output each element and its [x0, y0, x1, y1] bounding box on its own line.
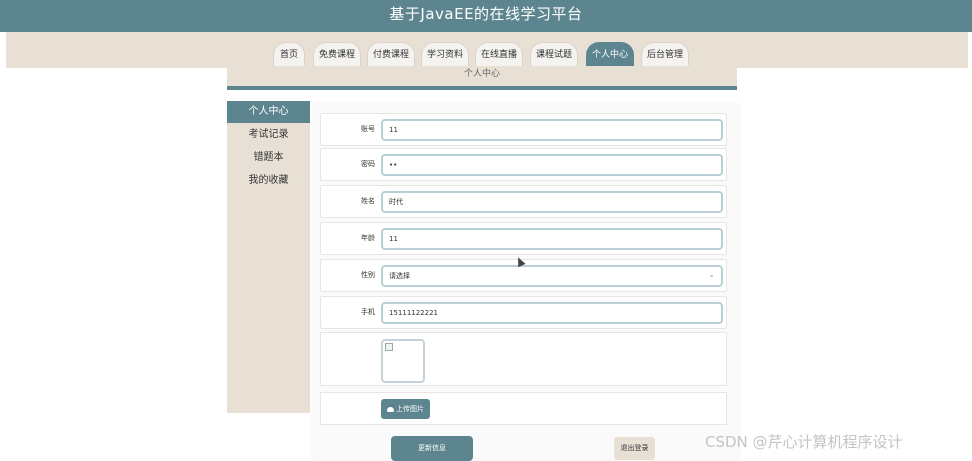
chevron-down-icon: ⌄	[708, 270, 715, 279]
section-title: 个人中心	[227, 66, 737, 86]
account-row: 账号 11	[320, 113, 727, 146]
sidebar-item-favorites[interactable]: 我的收藏	[227, 170, 310, 192]
age-label: 年龄	[361, 234, 375, 242]
nav-materials[interactable]: 学习资料	[421, 42, 469, 68]
nav-live[interactable]: 在线直播	[475, 42, 523, 68]
gender-select[interactable]: 请选择 ⌄	[381, 265, 723, 287]
avatar-image[interactable]	[381, 339, 425, 383]
upload-image-button[interactable]: 上传图片	[381, 399, 430, 419]
nav-free-courses[interactable]: 免费课程	[313, 42, 361, 68]
section-divider	[227, 86, 737, 90]
update-info-button[interactable]: 更新信息	[391, 436, 473, 461]
account-label: 账号	[361, 125, 375, 133]
nav-personal-center[interactable]: 个人中心	[586, 42, 634, 68]
phone-row: 手机 15111122221	[320, 296, 727, 329]
name-row: 姓名 时代	[320, 185, 727, 218]
password-row: 密码 ••	[320, 148, 727, 181]
broken-image-icon	[385, 343, 393, 351]
name-field[interactable]: 时代	[381, 191, 723, 213]
phone-label: 手机	[361, 308, 375, 316]
avatar-row	[320, 332, 727, 386]
nav-home[interactable]: 首页	[273, 42, 305, 68]
sidebar-item-exam-records[interactable]: 考试记录	[227, 124, 310, 146]
upload-row: 上传图片	[320, 392, 727, 425]
account-field[interactable]: 11	[381, 119, 723, 141]
site-title: 基于JavaEE的在线学习平台	[389, 5, 583, 23]
sidebar: 个人中心 考试记录 错题本 我的收藏	[227, 101, 310, 413]
top-bar: 基于JavaEE的在线学习平台	[0, 0, 972, 32]
watermark: CSDN @芹心计算机程序设计	[705, 433, 903, 451]
gender-label: 性别	[361, 271, 375, 279]
upload-button-label: 上传图片	[396, 405, 424, 413]
sidebar-item-personal-center[interactable]: 个人中心	[227, 101, 310, 123]
password-label: 密码	[361, 160, 375, 168]
sidebar-item-wrong-questions[interactable]: 错题本	[227, 147, 310, 169]
nav-quiz[interactable]: 课程试题	[530, 42, 578, 68]
cloud-upload-icon	[387, 406, 394, 412]
phone-field[interactable]: 15111122221	[381, 302, 723, 324]
password-field[interactable]: ••	[381, 154, 723, 176]
age-row: 年龄 11	[320, 222, 727, 255]
name-label: 姓名	[361, 197, 375, 205]
age-field[interactable]: 11	[381, 228, 723, 250]
nav-admin[interactable]: 后台管理	[641, 42, 689, 68]
logout-button[interactable]: 退出登录	[614, 437, 655, 460]
gender-select-value: 请选择	[389, 272, 410, 280]
nav-paid-courses[interactable]: 付费课程	[367, 42, 415, 68]
